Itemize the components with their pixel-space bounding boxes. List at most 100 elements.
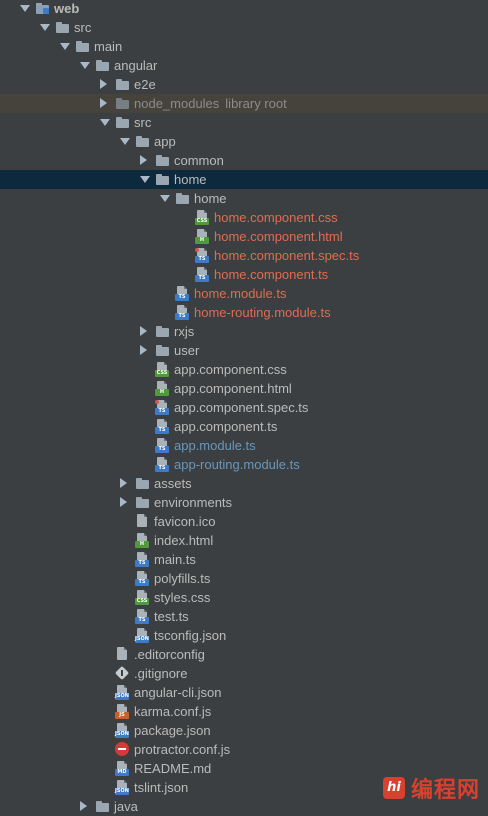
tree-item-label: environments [154,495,233,510]
chevron-right-icon[interactable] [120,478,127,488]
watermark: hi 编程网 [382,773,480,803]
tree-item-label: node_modules library root [134,96,287,111]
tree-folder-row[interactable]: app [0,132,488,151]
file-icon: JSON [135,628,150,643]
file-icon: TS [195,267,210,282]
tree-folder-row[interactable]: angular [0,56,488,75]
tree-file-row[interactable]: CSS styles.css [0,588,488,607]
tree-folder-row[interactable]: home [0,189,488,208]
tree-folder-row[interactable]: src [0,18,488,37]
tree-file-row[interactable]: Hhome.component.html [0,227,488,246]
tree-item-label: home.component.html [214,229,343,244]
tree-item-label: app-routing.module.ts [174,457,300,472]
tree-file-row[interactable]: CSS app.component.css [0,360,488,379]
file-icon: TS [155,457,170,472]
tree-file-row[interactable]: TS app.component.ts [0,417,488,436]
tree-item-label: styles.css [154,590,211,605]
tree-file-row[interactable]: JSON package.json [0,721,488,740]
tree-item-label: app [154,134,176,149]
tree-item-label: karma.conf.js [134,704,212,719]
file-icon: CSS [155,362,170,377]
tree-file-row[interactable]: TS home-routing.module.ts [0,303,488,322]
file-icon: JSON [115,780,130,795]
tree-folder-row[interactable]: rxjs [0,322,488,341]
tree-folder-row[interactable]: node_modules library root [0,94,488,113]
folder-icon [135,476,150,491]
folder-icon [115,77,130,92]
chevron-down-icon[interactable] [140,176,150,183]
watermark-logo-icon: hi [382,777,405,799]
tree-file-row[interactable]: TS polyfills.ts [0,569,488,588]
tree-item-label: app.component.html [174,381,292,396]
file-icon: MD [115,761,130,776]
tree-item-label: polyfills.ts [154,571,211,586]
tree-file-row[interactable]: TS app-routing.module.ts [0,455,488,474]
tree-folder-row[interactable]: assets [0,474,488,493]
tree-file-row[interactable]: TS main.ts [0,550,488,569]
chevron-right-icon[interactable] [140,345,147,355]
tree-item-label: src [74,20,92,35]
tree-file-row[interactable]: JSON angular-cli.json [0,683,488,702]
watermark-text: 编程网 [410,778,480,803]
tree-item-label: home.component.css [214,210,338,225]
chevron-down-icon[interactable] [60,43,70,50]
tree-file-row[interactable]: .gitignore [0,664,488,683]
tree-file-row[interactable]: .editorconfig [0,645,488,664]
tree-file-row[interactable]: JSON tsconfig.json [0,626,488,645]
tree-item-label: .gitignore [134,666,188,681]
tree-file-row[interactable]: JS karma.conf.js [0,702,488,721]
tree-item-label: protractor.conf.js [134,742,231,757]
tree-file-row[interactable]: protractor.conf.js [0,740,488,759]
tree-folder-row[interactable]: environments [0,493,488,512]
tree-item-label: src [134,115,152,130]
tree-item-label: main.ts [154,552,196,567]
tree-item-label: web [54,1,80,16]
tree-folder-row[interactable]: home [0,170,488,189]
tree-file-row[interactable]: TS home.component.spec.ts [0,246,488,265]
tree-file-row[interactable]: Happ.component.html [0,379,488,398]
file-icon: TS [135,571,150,586]
tree-file-row[interactable]: Hindex.html [0,531,488,550]
file-icon: TS [135,552,150,567]
chevron-down-icon[interactable] [160,195,170,202]
tree-item-label: main [94,39,123,54]
tree-item-label: .editorconfig [134,647,205,662]
tree-file-row[interactable]: TS app.component.spec.ts [0,398,488,417]
chevron-down-icon[interactable] [40,24,50,31]
chevron-down-icon[interactable] [120,138,130,145]
tree-folder-row[interactable]: src [0,113,488,132]
tree-file-row[interactable]: CSS home.component.css [0,208,488,227]
tree-item-label: tsconfig.json [154,628,227,643]
tree-folder-row[interactable]: user [0,341,488,360]
tree-folder-row[interactable]: main [0,37,488,56]
tree-item-label: home.component.spec.ts [214,248,360,263]
tree-file-row[interactable]: TS test.ts [0,607,488,626]
folder-icon [135,134,150,149]
chevron-right-icon[interactable] [80,801,87,811]
chevron-right-icon[interactable] [120,497,127,507]
folder-icon [55,20,70,35]
chevron-right-icon[interactable] [140,155,147,165]
chevron-down-icon[interactable] [80,62,90,69]
chevron-right-icon[interactable] [100,79,107,89]
tree-file-row[interactable]: TS home.component.ts [0,265,488,284]
tree-file-row[interactable]: TS app.module.ts [0,436,488,455]
file-icon: H [135,533,150,548]
folder-icon [115,115,130,130]
tree-file-row[interactable]: favicon.ico [0,512,488,531]
chevron-right-icon[interactable] [140,326,147,336]
tree-folder-row[interactable]: common [0,151,488,170]
chevron-down-icon[interactable] [100,119,110,126]
tree-item-label: common [174,153,224,168]
tree-item-label: angular-cli.json [134,685,222,700]
tree-item-label: tslint.json [134,780,189,795]
tree-item-label: app.component.css [174,362,287,377]
tree-item-label: angular [114,58,158,73]
tree-file-row[interactable]: TS home.module.ts [0,284,488,303]
tree-item-label: app.component.spec.ts [174,400,309,415]
tree-folder-row[interactable]: web [0,0,488,18]
tree-folder-row[interactable]: e2e [0,75,488,94]
chevron-down-icon[interactable] [20,5,30,12]
chevron-right-icon[interactable] [100,98,107,108]
protractor-icon [115,742,129,756]
